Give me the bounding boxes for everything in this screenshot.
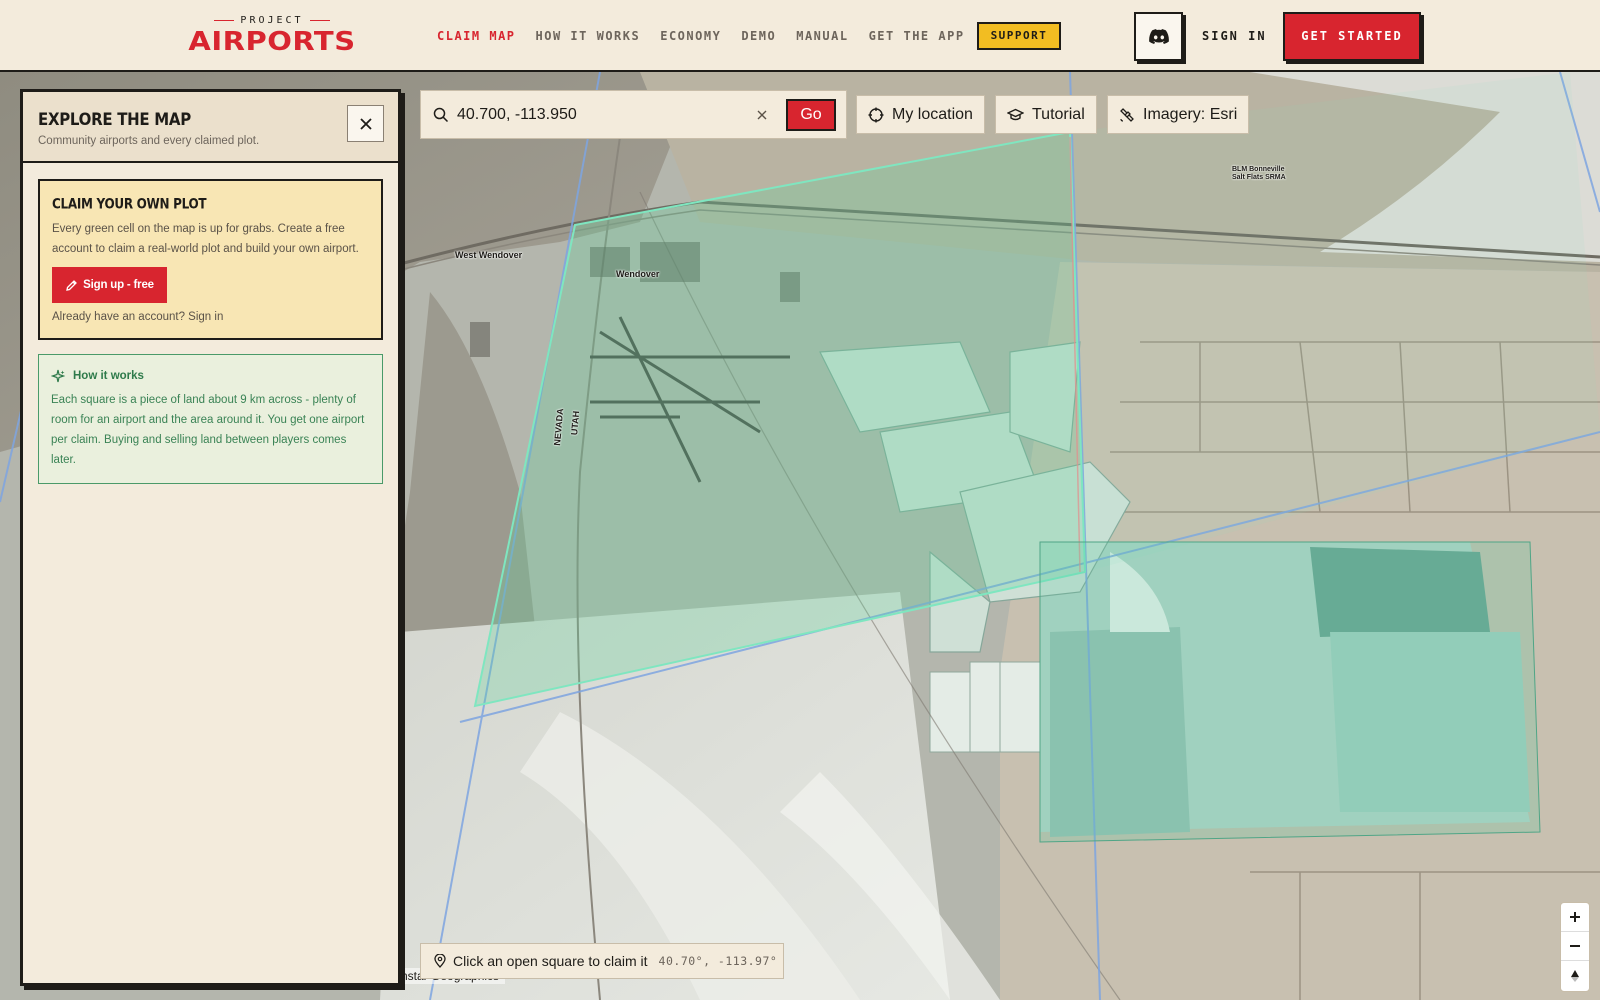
go-button[interactable]: Go	[786, 99, 836, 131]
compass-button[interactable]	[1561, 961, 1589, 990]
get-started-button[interactable]: GET STARTED	[1283, 12, 1421, 61]
sign-up-free-button[interactable]: Sign up - free	[52, 267, 167, 303]
map-label-west-wendover: West Wendover	[455, 250, 523, 260]
nav-manual[interactable]: MANUAL	[796, 26, 848, 46]
status-hint: Click an open square to claim it	[453, 953, 648, 969]
explore-panel: EXPLORE THE MAP Community airports and e…	[20, 89, 401, 986]
discord-button[interactable]	[1134, 12, 1183, 61]
sparkle-icon	[51, 369, 65, 383]
tutorial-button[interactable]: Tutorial	[995, 95, 1097, 134]
nav-how-it-works[interactable]: HOW IT WORKS	[536, 26, 641, 46]
minus-icon	[1570, 945, 1580, 947]
claim-card-text: Every green cell on the map is up for gr…	[52, 223, 359, 255]
nav-economy[interactable]: ECONOMY	[660, 26, 721, 46]
brand-logo[interactable]: PROJECT AIRPORTS	[181, 15, 363, 59]
satellite-icon	[1120, 107, 1134, 122]
crosshair-icon	[868, 107, 884, 122]
map-label-wendover: Wendover	[616, 269, 660, 279]
sign-in-prompt[interactable]: Already have an account? Sign in	[52, 311, 223, 323]
clear-search-button[interactable]	[751, 104, 773, 126]
cursor-coordinates: 40.70°, -113.97°	[658, 954, 778, 968]
sign-up-label: Sign up - free	[83, 279, 154, 291]
compass-icon	[1571, 969, 1579, 982]
sign-in-link[interactable]: SIGN IN	[1202, 26, 1267, 46]
panel-header: EXPLORE THE MAP Community airports and e…	[23, 92, 398, 163]
main-nav: CLAIM MAP HOW IT WORKS ECONOMY DEMO MANU…	[437, 26, 965, 46]
how-it-works-text: Each square is a piece of land about 9 k…	[51, 394, 365, 466]
how-it-works-heading: How it works	[51, 369, 144, 383]
panel-subtitle: Community airports and every claimed plo…	[38, 135, 260, 147]
nav-claim-map[interactable]: CLAIM MAP	[437, 26, 516, 46]
zoom-in-button[interactable]	[1561, 903, 1589, 932]
close-icon	[359, 117, 372, 130]
search-icon	[433, 107, 449, 123]
map-label-blm: BLM Bonneville Salt Flats SRMA	[1232, 166, 1286, 181]
discord-icon	[1148, 28, 1169, 44]
close-icon	[757, 110, 767, 120]
search-input[interactable]	[457, 103, 747, 127]
panel-title: EXPLORE THE MAP	[38, 109, 191, 130]
claim-plot-card: CLAIM YOUR OWN PLOT Every green cell on …	[38, 179, 383, 340]
support-button[interactable]: SUPPORT	[977, 22, 1061, 50]
claim-card-title: CLAIM YOUR OWN PLOT	[52, 196, 207, 213]
logo-wordmark: AIRPORTS	[188, 26, 356, 57]
imagery-toggle-button[interactable]: Imagery: Esri	[1107, 95, 1250, 134]
panel-close-button[interactable]	[347, 105, 384, 142]
nav-demo[interactable]: DEMO	[741, 26, 776, 46]
plus-icon	[1570, 912, 1580, 922]
pencil-icon	[66, 279, 78, 291]
how-it-works-card: How it works Each square is a piece of l…	[38, 354, 383, 484]
top-navbar: PROJECT AIRPORTS CLAIM MAP HOW IT WORKS …	[0, 0, 1600, 72]
logo-tagline: PROJECT	[181, 15, 363, 26]
graduation-cap-icon	[1007, 108, 1024, 120]
map-pin-icon	[434, 954, 446, 968]
coordinate-search: Go	[420, 90, 847, 139]
zoom-out-button[interactable]	[1561, 932, 1589, 961]
map-status-bar: Click an open square to claim it 40.70°,…	[420, 943, 784, 979]
nav-get-the-app[interactable]: GET THE APP	[869, 26, 965, 46]
zoom-controls	[1560, 902, 1590, 992]
my-location-button[interactable]: My location	[856, 95, 985, 134]
map-label-utah: UTAH	[569, 410, 582, 436]
